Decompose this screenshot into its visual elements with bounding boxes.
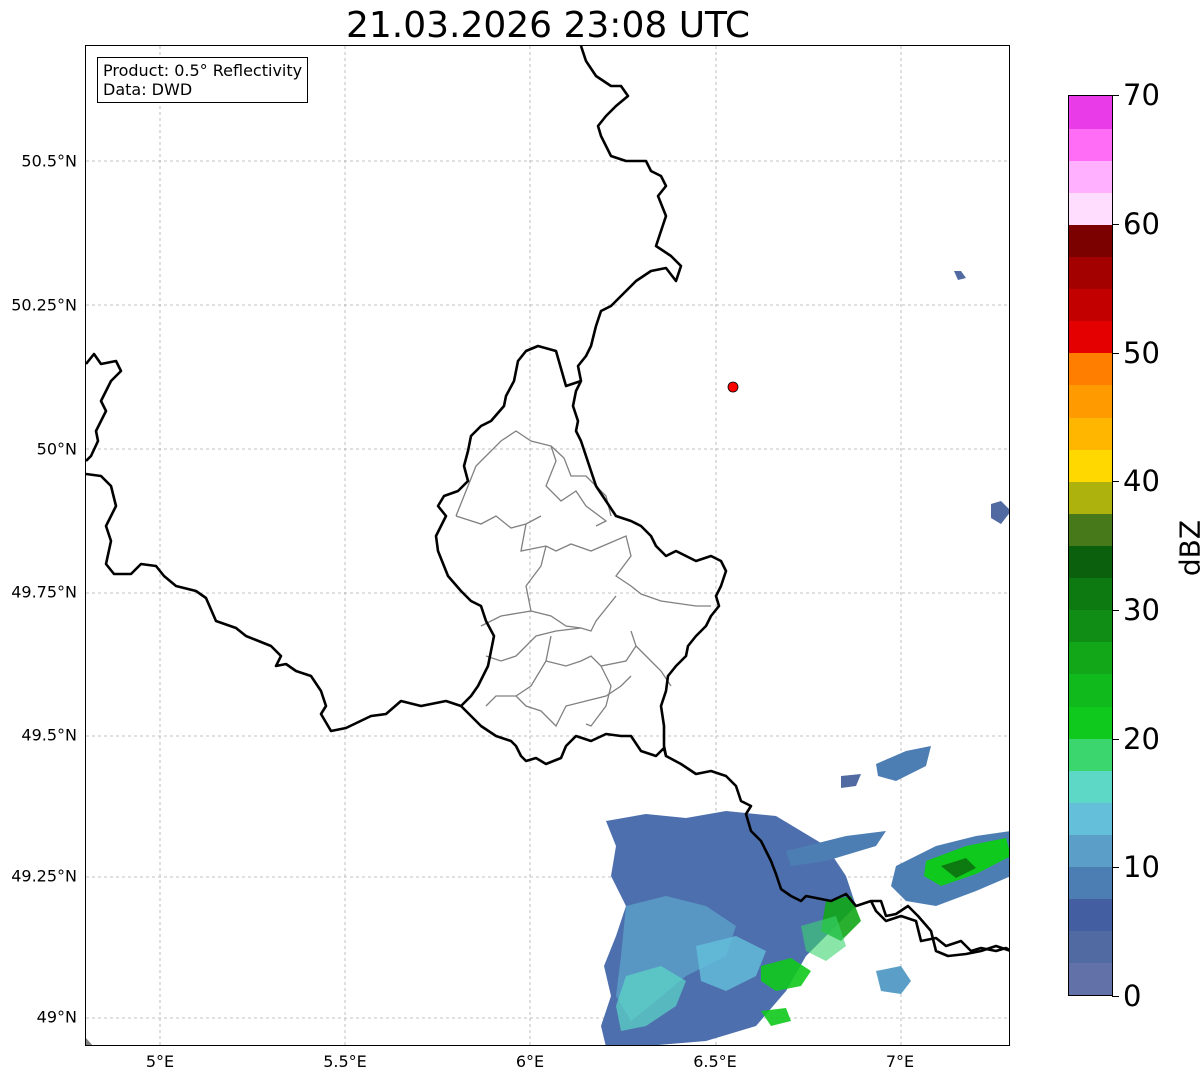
echo-far-east xyxy=(991,501,1009,524)
lon-tick-label: 6°E xyxy=(515,1052,545,1071)
gridlines xyxy=(86,46,1009,1045)
colorbar-segment xyxy=(1069,449,1112,482)
colorbar-tick xyxy=(1112,739,1119,740)
internal-boundaries xyxy=(455,430,711,728)
echo-south-green3 xyxy=(761,1008,791,1026)
colorbar-segment xyxy=(1069,320,1112,354)
colorbar-segment xyxy=(1069,352,1112,386)
boundary-center3 xyxy=(530,595,617,632)
colorbar-tick xyxy=(1112,353,1119,354)
lon-tick-label: 7°E xyxy=(885,1052,915,1071)
colorbar-segment xyxy=(1069,224,1112,258)
colorbar-segment xyxy=(1069,962,1112,996)
colorbar-tick-label: 30 xyxy=(1123,593,1160,627)
border-belgium-germany xyxy=(571,46,728,757)
border-france-belgium-west xyxy=(86,352,123,462)
lon-tick-label: 6.5°E xyxy=(693,1052,737,1071)
boundary-south xyxy=(485,627,582,662)
colorbar-label: dBZ xyxy=(1173,519,1202,577)
echo-far-ne xyxy=(954,271,966,280)
lat-tick-label: 50.5°N xyxy=(21,151,77,171)
colorbar-segment xyxy=(1069,417,1112,450)
country-borders xyxy=(86,46,1009,958)
colorbar-tick xyxy=(1112,867,1119,868)
boundary-west xyxy=(455,515,542,529)
boundary-south6 xyxy=(585,665,612,727)
colorbar-segment xyxy=(1069,866,1112,900)
boundary-north2 xyxy=(550,445,612,517)
colorbar-tick-label: 10 xyxy=(1123,850,1160,884)
corner-mark xyxy=(86,1038,93,1045)
info-product: Product: 0.5° Reflectivity xyxy=(103,61,303,80)
info-box: Product: 0.5° Reflectivity Data: DWD xyxy=(97,57,309,103)
colorbar-segment xyxy=(1069,192,1112,225)
colorbar-tick-label: 50 xyxy=(1123,336,1160,370)
colorbar-segment xyxy=(1069,577,1112,611)
colorbar-tick xyxy=(1112,224,1119,225)
colorbar-segment xyxy=(1069,384,1112,418)
boundary-center2 xyxy=(480,545,547,627)
colorbar-segment xyxy=(1069,256,1112,290)
echo-ne-small xyxy=(876,746,931,781)
colorbar-tick-label: 60 xyxy=(1123,207,1160,241)
colorbar-tick-label: 70 xyxy=(1123,78,1160,112)
echo-ne-tiny xyxy=(841,774,861,788)
colorbar-tick-label: 40 xyxy=(1123,464,1160,498)
colorbar-tick-label: 0 xyxy=(1123,979,1142,1013)
colorbar-segment xyxy=(1069,834,1112,868)
colorbar-segment xyxy=(1069,641,1112,675)
radar-echoes xyxy=(601,271,1009,1045)
lat-tick-label: 49.25°N xyxy=(11,866,77,886)
colorbar-segment xyxy=(1069,898,1112,932)
info-data-source: Data: DWD xyxy=(103,80,193,99)
colorbar-segment xyxy=(1069,513,1112,546)
colorbar-segment xyxy=(1069,930,1112,964)
colorbar-segment xyxy=(1069,802,1112,835)
colorbar-segment xyxy=(1069,738,1112,771)
lon-tick-label: 5°E xyxy=(145,1052,175,1071)
border-southeast xyxy=(869,900,1009,953)
lat-tick-label: 50.25°N xyxy=(11,295,77,315)
colorbar-segment xyxy=(1069,609,1112,643)
colorbar-segment xyxy=(1069,770,1112,803)
lat-tick-label: 50°N xyxy=(36,439,77,459)
colorbar-segment xyxy=(1069,545,1112,579)
radar-site-marker[interactable] xyxy=(727,381,739,393)
colorbar-segment xyxy=(1069,706,1112,739)
colorbar-segment xyxy=(1069,128,1112,161)
map-canvas xyxy=(86,46,1009,1045)
map-title: 21.03.2026 23:08 UTC xyxy=(345,5,751,46)
colorbar-tick xyxy=(1112,610,1119,611)
colorbar-segment xyxy=(1069,160,1112,193)
colorbar-segment xyxy=(1069,673,1112,707)
colorbar-segment xyxy=(1069,481,1112,514)
lat-tick-label: 49°N xyxy=(36,1007,77,1027)
colorbar xyxy=(1068,95,1113,996)
lat-tick-label: 49.5°N xyxy=(21,725,77,745)
boundary-south3 xyxy=(545,630,637,667)
colorbar-segment xyxy=(1069,96,1112,129)
colorbar-tick-label: 20 xyxy=(1123,722,1160,756)
radar-map[interactable] xyxy=(85,45,1010,1046)
boundary-south4 xyxy=(635,645,672,687)
echo-se-small xyxy=(876,966,911,994)
lon-tick-label: 5.5°E xyxy=(323,1052,367,1071)
colorbar-tick xyxy=(1112,481,1119,482)
colorbar-tick xyxy=(1112,95,1119,96)
boundary-south2 xyxy=(485,635,552,707)
colorbar-tick xyxy=(1112,996,1119,997)
boundary-center xyxy=(520,523,711,607)
lat-tick-label: 49.75°N xyxy=(11,582,77,602)
colorbar-segment xyxy=(1069,288,1112,322)
